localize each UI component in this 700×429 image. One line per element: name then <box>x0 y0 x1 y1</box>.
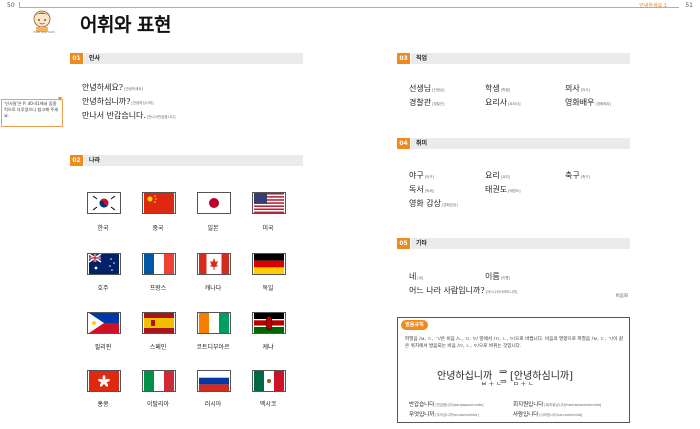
vocab-item: 경찰관[경찰관] <box>409 98 445 107</box>
country-label: 한국 <box>97 225 109 232</box>
country-label: 중국 <box>152 225 164 232</box>
france-flag-icon <box>142 253 176 275</box>
page-number-left: 50 <box>7 2 15 9</box>
cote-divoire-flag-icon <box>197 312 231 334</box>
vocab-item: 요리사[요리사] <box>485 98 521 107</box>
mexico-flag-icon <box>252 370 286 392</box>
margin-note: '인사말'은 P. 40-41에서 집중적으로 다루었으니 참고해 주세요. <box>1 99 63 127</box>
country-label: 홍콩 <box>97 401 109 408</box>
page-number-right: 51 <box>685 2 693 9</box>
philippines-flag-icon <box>87 312 121 334</box>
hong-kong-flag-icon <box>87 370 121 392</box>
vocab-item: 어느 나라 사람입니까?[어느나라사라미니까] <box>409 286 518 295</box>
vocab-item: 축구[축구] <box>565 171 590 180</box>
kenya-flag-icon <box>252 312 286 334</box>
section-header-jobs: 03 직업 <box>397 53 630 64</box>
example-item: 무엇입니까[무어심니까/muosimnikka] <box>409 412 479 418</box>
country-label: 이탈리아 <box>146 401 170 408</box>
vocab-item: 학생[학쌩] <box>485 84 510 93</box>
page-title: 어휘와 표현 <box>80 14 172 36</box>
country-label: 케냐 <box>262 344 274 351</box>
canada-flag-icon <box>197 253 231 275</box>
vocab-item: 독서[독써] <box>409 185 434 194</box>
vocab-item: 안녕하세요?[안녕하세요] <box>82 83 143 92</box>
vocab-item: 안녕하십니까?[안녕하심니까] <box>82 97 154 106</box>
example-item: 사람입니다[사라밈니다/sa:raminnida] <box>513 412 583 418</box>
section-header-others: 05 기타 <box>397 238 630 249</box>
section-header-countries: 02 나라 <box>70 155 303 166</box>
section-header-hobbies: 04 취미 <box>397 138 630 149</box>
country-label: 코트디부아르 <box>196 344 230 351</box>
mascot-caption: HAN GUL SAM <box>33 30 55 34</box>
running-head: 안녕하세요 1 <box>639 3 667 9</box>
country-label: 미국 <box>262 225 274 232</box>
header-rule <box>19 7 679 8</box>
note-marker-icon <box>58 97 62 101</box>
vocab-item: 만나서 반갑습니다.[만나서반갑씀니다] <box>82 111 176 120</box>
vocab-item: 영화배우[영화배우] <box>565 98 612 107</box>
vocab-item: 이름[이름] <box>485 272 510 281</box>
pronunciation-rule-badge: 발음규칙 <box>401 320 428 330</box>
formula-left: ㅂ ＋ ㄴ <box>481 381 502 388</box>
pronunciation-explanation: 파열음 /ㅂ, ㄷ, ㄱ/은 비음 /ㄴ, ㅁ, ㅇ/ 앞에서 /ㅁ, ㄴ, ㅇ… <box>405 337 624 349</box>
country-label: 독일 <box>262 285 274 292</box>
vocab-item: 네[네] <box>409 272 424 281</box>
usa-flag-icon <box>252 192 286 214</box>
china-flag-icon <box>142 192 176 214</box>
vocab-item: 선생님[선생님] <box>409 84 445 93</box>
country-label: 일본 <box>207 225 219 232</box>
country-label: 필리핀 <box>94 344 112 351</box>
australia-flag-icon <box>87 253 121 275</box>
arrow-icon: ⇒ <box>500 377 507 386</box>
country-label: 스페인 <box>149 344 167 351</box>
country-label: 프랑스 <box>149 285 167 292</box>
country-label: 러시아 <box>204 401 222 408</box>
vocab-item: 의사[의사] <box>565 84 590 93</box>
spain-flag-icon <box>142 312 176 334</box>
country-label: 호주 <box>97 285 109 292</box>
country-label: 캐나다 <box>204 285 222 292</box>
vocab-item: 요리[요리] <box>485 171 510 180</box>
example-item: 반갑습니다[반갑씀니다/pangapsumnida] <box>409 402 484 408</box>
vocab-item: 태권도[태꿘도] <box>485 185 521 194</box>
mascot-illustration <box>33 10 51 32</box>
vocab-item: 영화 감상[영화감상] <box>409 199 458 208</box>
germany-flag-icon <box>252 253 286 275</box>
russia-flag-icon <box>197 370 231 392</box>
section-header-greetings: 01 인사 <box>70 53 303 64</box>
italy-flag-icon <box>142 370 176 392</box>
vocab-item: 야구[야구] <box>409 171 434 180</box>
example-item: 회지원입니다[회지워님니다/hwedzipwonimnida] <box>513 402 602 408</box>
country-label: 멕시코 <box>259 401 277 408</box>
box-byline: 비음화 <box>615 294 628 299</box>
formula-right: ㅁ ＋ ㄴ <box>513 381 534 388</box>
korea-flag-icon <box>87 192 121 214</box>
japan-flag-icon <box>197 192 231 214</box>
